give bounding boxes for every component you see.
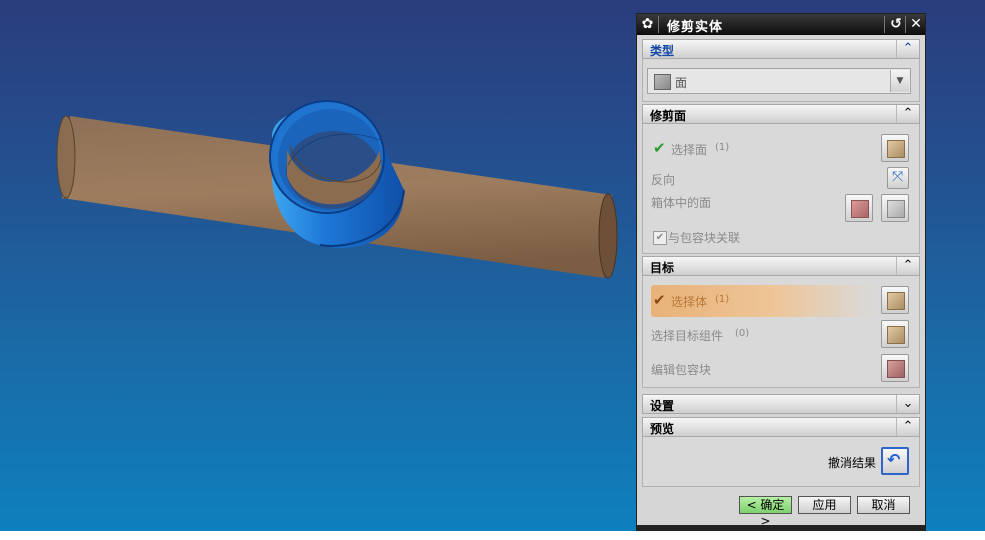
section-title: 修剪面 xyxy=(650,109,687,123)
chevron-up-icon[interactable]: ⌃ xyxy=(896,257,919,275)
face-type-icon xyxy=(654,74,671,90)
check-icon: ✔ xyxy=(653,291,666,309)
dialog-titlebar[interactable]: ✿ 修剪实体 ↺ ✕ xyxy=(637,14,925,35)
chevron-up-icon[interactable]: ⌃ xyxy=(896,105,919,123)
dialog-bottom-border xyxy=(637,525,925,531)
select-component-button[interactable] xyxy=(881,320,909,348)
section-header-type[interactable]: 类型 ⌃ xyxy=(642,39,920,59)
section-title: 类型 xyxy=(650,44,675,58)
undo-result-label: 撤消结果 xyxy=(828,456,877,470)
check-icon: ✔ xyxy=(653,139,666,157)
dialog-title: 修剪实体 xyxy=(667,20,724,35)
undo-icon: ↶ xyxy=(887,450,901,469)
reverse-direction-button[interactable]: ⤧ xyxy=(887,167,909,189)
chevron-down-icon[interactable]: ⌄ xyxy=(896,395,919,413)
type-combo-value: 面 xyxy=(675,76,688,90)
edit-box-label: 编辑包容块 xyxy=(651,363,712,377)
edit-box-button[interactable] xyxy=(881,354,909,382)
cancel-button[interactable]: 取消 xyxy=(857,496,910,514)
chevron-up-icon[interactable]: ⌃ xyxy=(896,40,919,58)
section-header-settings[interactable]: 设置 ⌄ xyxy=(642,394,920,414)
ok-button[interactable]: < 确定 > xyxy=(739,496,792,528)
select-body-icon xyxy=(887,292,905,310)
face-in-box-label: 箱体中的面 xyxy=(651,196,712,210)
select-body-count: (1) xyxy=(715,294,730,305)
section-body-preview xyxy=(642,437,920,487)
reverse-direction-label: 反向 xyxy=(651,173,676,187)
select-body-label[interactable]: 选择体 xyxy=(671,293,707,310)
reset-icon[interactable]: ↺ xyxy=(887,16,905,33)
box-face-button[interactable] xyxy=(845,194,873,222)
reverse-direction-icon: ⤧ xyxy=(892,169,904,185)
select-face-button[interactable] xyxy=(881,134,909,162)
select-face-label[interactable]: 选择面 xyxy=(671,141,707,158)
section-header-target[interactable]: 目标 ⌃ xyxy=(642,256,920,276)
section-title: 目标 xyxy=(650,261,675,275)
select-face-count: (1) xyxy=(715,142,730,153)
section-header-trim-face[interactable]: 修剪面 ⌃ xyxy=(642,104,920,124)
type-combo[interactable]: 面 ▼ xyxy=(647,68,911,94)
select-target-component-label[interactable]: 选择目标组件 xyxy=(651,327,723,344)
select-face-icon xyxy=(887,140,905,158)
3d-model-pipe-with-collar[interactable] xyxy=(0,0,635,531)
edit-box-icon xyxy=(887,360,905,378)
apply-button[interactable]: 应用 xyxy=(798,496,851,514)
box-face-icon xyxy=(851,200,869,218)
gear-icon[interactable]: ✿ xyxy=(639,16,656,33)
box-edit-button[interactable] xyxy=(881,194,909,222)
box-edit-icon xyxy=(887,200,905,218)
associate-box-checkbox[interactable]: ✔ xyxy=(653,231,667,245)
section-header-preview[interactable]: 预览 ⌃ xyxy=(642,417,920,437)
chevron-down-icon[interactable]: ▼ xyxy=(890,70,909,92)
select-target-component-count: (0) xyxy=(735,328,750,339)
associate-box-label: 与包容块关联 xyxy=(668,231,741,245)
select-body-button[interactable] xyxy=(881,286,909,314)
section-title: 预览 xyxy=(650,422,675,436)
select-component-icon xyxy=(887,326,905,344)
section-title: 设置 xyxy=(650,399,675,413)
trim-body-dialog: ✿ 修剪实体 ↺ ✕ 类型 ⌃ 面 ▼ 修剪面 ⌃ ✔ 选择面 (1) 反向 ⤧… xyxy=(636,13,926,531)
undo-result-button[interactable]: ↶ xyxy=(881,447,909,475)
chevron-up-icon[interactable]: ⌃ xyxy=(896,418,919,436)
close-icon[interactable]: ✕ xyxy=(907,16,925,33)
